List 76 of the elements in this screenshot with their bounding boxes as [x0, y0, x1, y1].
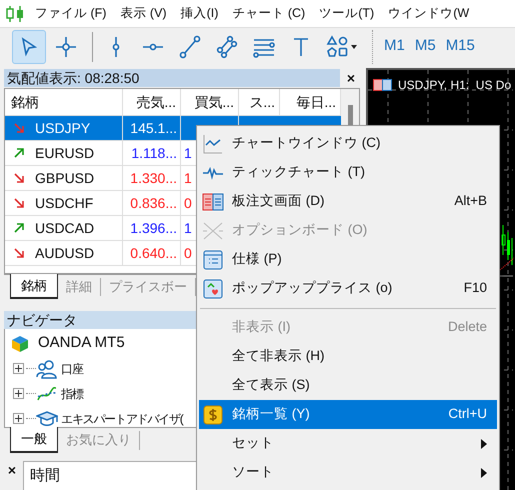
shortcut-label: F10 — [464, 279, 487, 298]
horizontal-line-icon — [141, 42, 165, 50]
dollar-icon — [202, 404, 224, 426]
crosshair-icon — [54, 34, 78, 58]
timeframe-button[interactable]: M15 — [440, 32, 480, 62]
price-cell-text: 145.1... — [130, 118, 177, 138]
up-arrow-icon — [13, 147, 25, 159]
panel-title-bar: 気配値表示: 08:28:50 — [4, 69, 340, 87]
context-menu-item[interactable]: 全て非表示 (H) — [199, 342, 497, 371]
context-menu-item[interactable]: 全て表示 (S) — [199, 371, 497, 400]
tree-item[interactable]: 口座 — [61, 360, 83, 378]
users-icon — [36, 358, 58, 378]
symbol-cell-text: AUDUSD — [35, 244, 94, 262]
price-cell-text: 1 — [184, 218, 192, 238]
symbol-cell-text: USDCAD — [35, 218, 94, 238]
column-header[interactable]: 売気... — [123, 89, 181, 115]
graduation-cap-icon — [36, 408, 58, 428]
expand-toggle[interactable] — [13, 388, 24, 399]
down-arrow-icon — [13, 197, 25, 209]
symbol-cell-text: EURUSD — [35, 144, 94, 162]
column-header[interactable]: 買気... — [181, 89, 239, 115]
shortcut-label: Delete — [448, 318, 487, 336]
down-arrow-icon — [13, 172, 25, 184]
menu-item[interactable]: 挿入(I) — [180, 4, 218, 23]
price-cell-text: 1 — [184, 168, 192, 188]
symbol-cell-text: USDJPY — [35, 118, 90, 138]
expand-toggle[interactable] — [13, 363, 24, 374]
up-arrow-icon — [13, 222, 25, 234]
price-cell-text: 0 — [184, 194, 192, 212]
panel-tab[interactable]: 一般 — [10, 427, 58, 453]
line-chart-icon — [202, 132, 224, 154]
shapes-icon — [326, 34, 358, 58]
column-header[interactable]: 銘柄 — [5, 89, 123, 115]
price-cell-text: 0.640... — [130, 244, 177, 262]
timeframe-button[interactable]: M1 — [379, 32, 410, 62]
price-cell-text: 0 — [184, 244, 192, 262]
order-book-icon — [202, 190, 224, 212]
timeframe-button[interactable]: M5 — [410, 32, 441, 62]
context-menu-item[interactable]: 銘柄一覧 (Y) Ctrl+U — [199, 400, 497, 429]
scissors-icon — [202, 220, 224, 242]
symbol-cell-text: USDCHF — [35, 194, 94, 212]
tool-button[interactable] — [12, 30, 46, 64]
app-logo-icon — [5, 4, 25, 22]
menu-item[interactable]: ファイル (F) — [35, 4, 106, 23]
vertical-line-icon — [112, 34, 120, 58]
price-cell-text: 0.836... — [130, 194, 177, 212]
menu-item[interactable]: 表示 (V) — [120, 4, 167, 23]
price-cell-text: 1.118... — [131, 144, 177, 162]
menu-item[interactable]: チャート (C) — [232, 4, 306, 23]
chart-title: USDJPY, H1: US Do — [398, 77, 512, 94]
tree-item[interactable]: OANDA MT5 — [38, 332, 125, 355]
symbol-cell-text: GBPUSD — [35, 168, 94, 188]
panel-tab[interactable]: 銘柄 — [10, 274, 58, 299]
shortcut-label: Ctrl+U — [448, 405, 487, 424]
price-cell-text: 1.396... — [130, 218, 177, 238]
context-menu-item[interactable]: ポップアッププライス (o) F10 — [199, 274, 497, 303]
shortcut-label: Alt+B — [454, 192, 487, 210]
tree-item[interactable]: 指標 — [61, 384, 83, 402]
popup-price-icon — [202, 278, 224, 300]
price-cell-text: 1 — [184, 144, 192, 162]
price-cell-text: 1.330... — [130, 168, 177, 188]
column-header[interactable]: ス... — [239, 89, 280, 115]
down-arrow-icon — [13, 247, 25, 259]
expand-toggle[interactable] — [13, 413, 24, 424]
close-button[interactable]: × — [342, 68, 360, 88]
trendline-icon — [178, 34, 202, 58]
menu-item[interactable]: ウインドウ(W — [388, 4, 470, 23]
close-button[interactable]: × — [3, 461, 21, 479]
order-book-icon — [373, 79, 392, 91]
context-menu-item[interactable]: セット — [199, 429, 497, 458]
channel-icon — [215, 34, 239, 58]
down-arrow-icon — [13, 122, 25, 134]
specification-icon — [202, 248, 224, 270]
menu-item[interactable]: ツール(T) — [319, 4, 374, 23]
tree-item[interactable]: エキスパートアドバイザ( — [61, 410, 183, 428]
broker-logo-icon — [10, 334, 30, 354]
